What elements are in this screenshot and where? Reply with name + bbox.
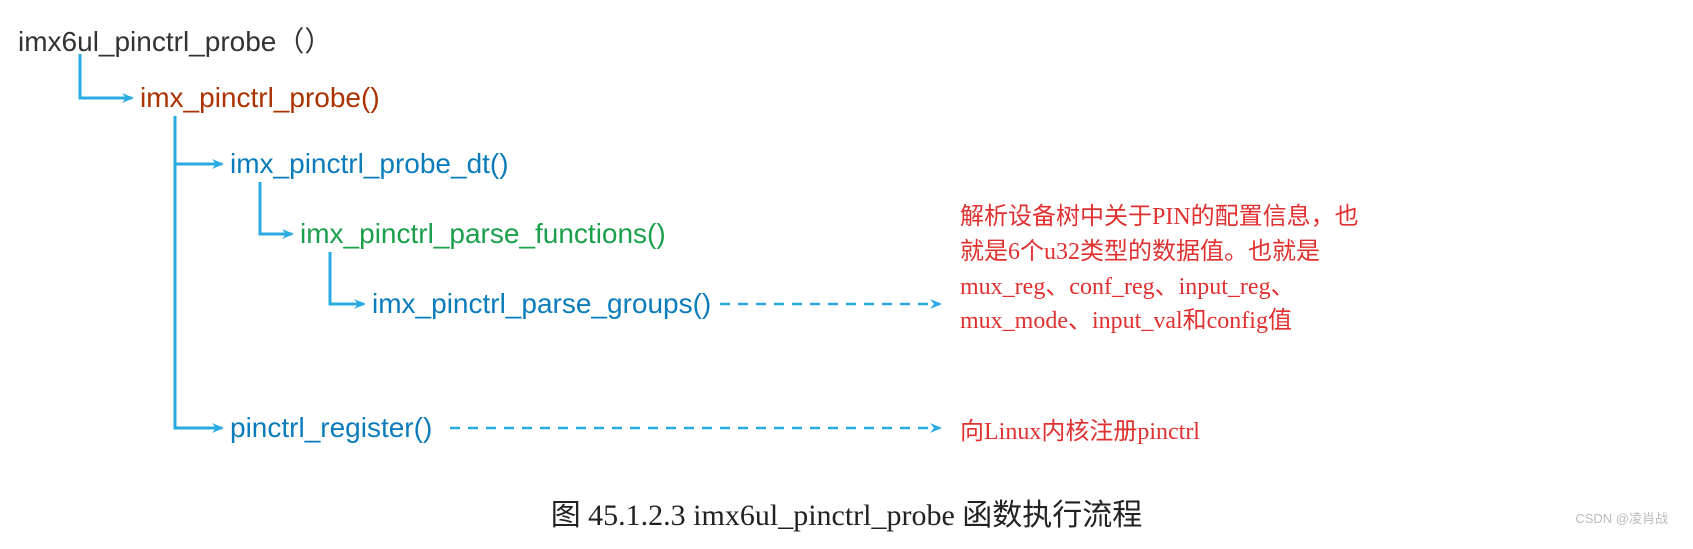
watermark-text: CSDN @凌肖战: [1575, 508, 1668, 527]
description-parse-groups: 解析设备树中关于PIN的配置信息，也就是6个u32类型的数据值。也就是mux_r…: [960, 200, 1360, 339]
description-register: 向Linux内核注册pinctrl: [960, 415, 1200, 450]
figure-caption: 图 45.1.2.3 imx6ul_pinctrl_probe 函数执行流程: [551, 490, 1143, 534]
function-imx-pinctrl-probe: imx_pinctrl_probe(): [140, 82, 380, 114]
function-imx-pinctrl-parse-functions: imx_pinctrl_parse_functions(): [300, 218, 666, 250]
diagram-container: imx6ul_pinctrl_probe（） imx_pinctrl_probe…: [0, 0, 1693, 549]
function-pinctrl-register: pinctrl_register(): [230, 412, 432, 444]
function-imx-pinctrl-parse-groups: imx_pinctrl_parse_groups(): [372, 288, 711, 320]
function-imx-pinctrl-probe-dt: imx_pinctrl_probe_dt(): [230, 148, 509, 180]
function-root: imx6ul_pinctrl_probe（）: [18, 20, 332, 60]
